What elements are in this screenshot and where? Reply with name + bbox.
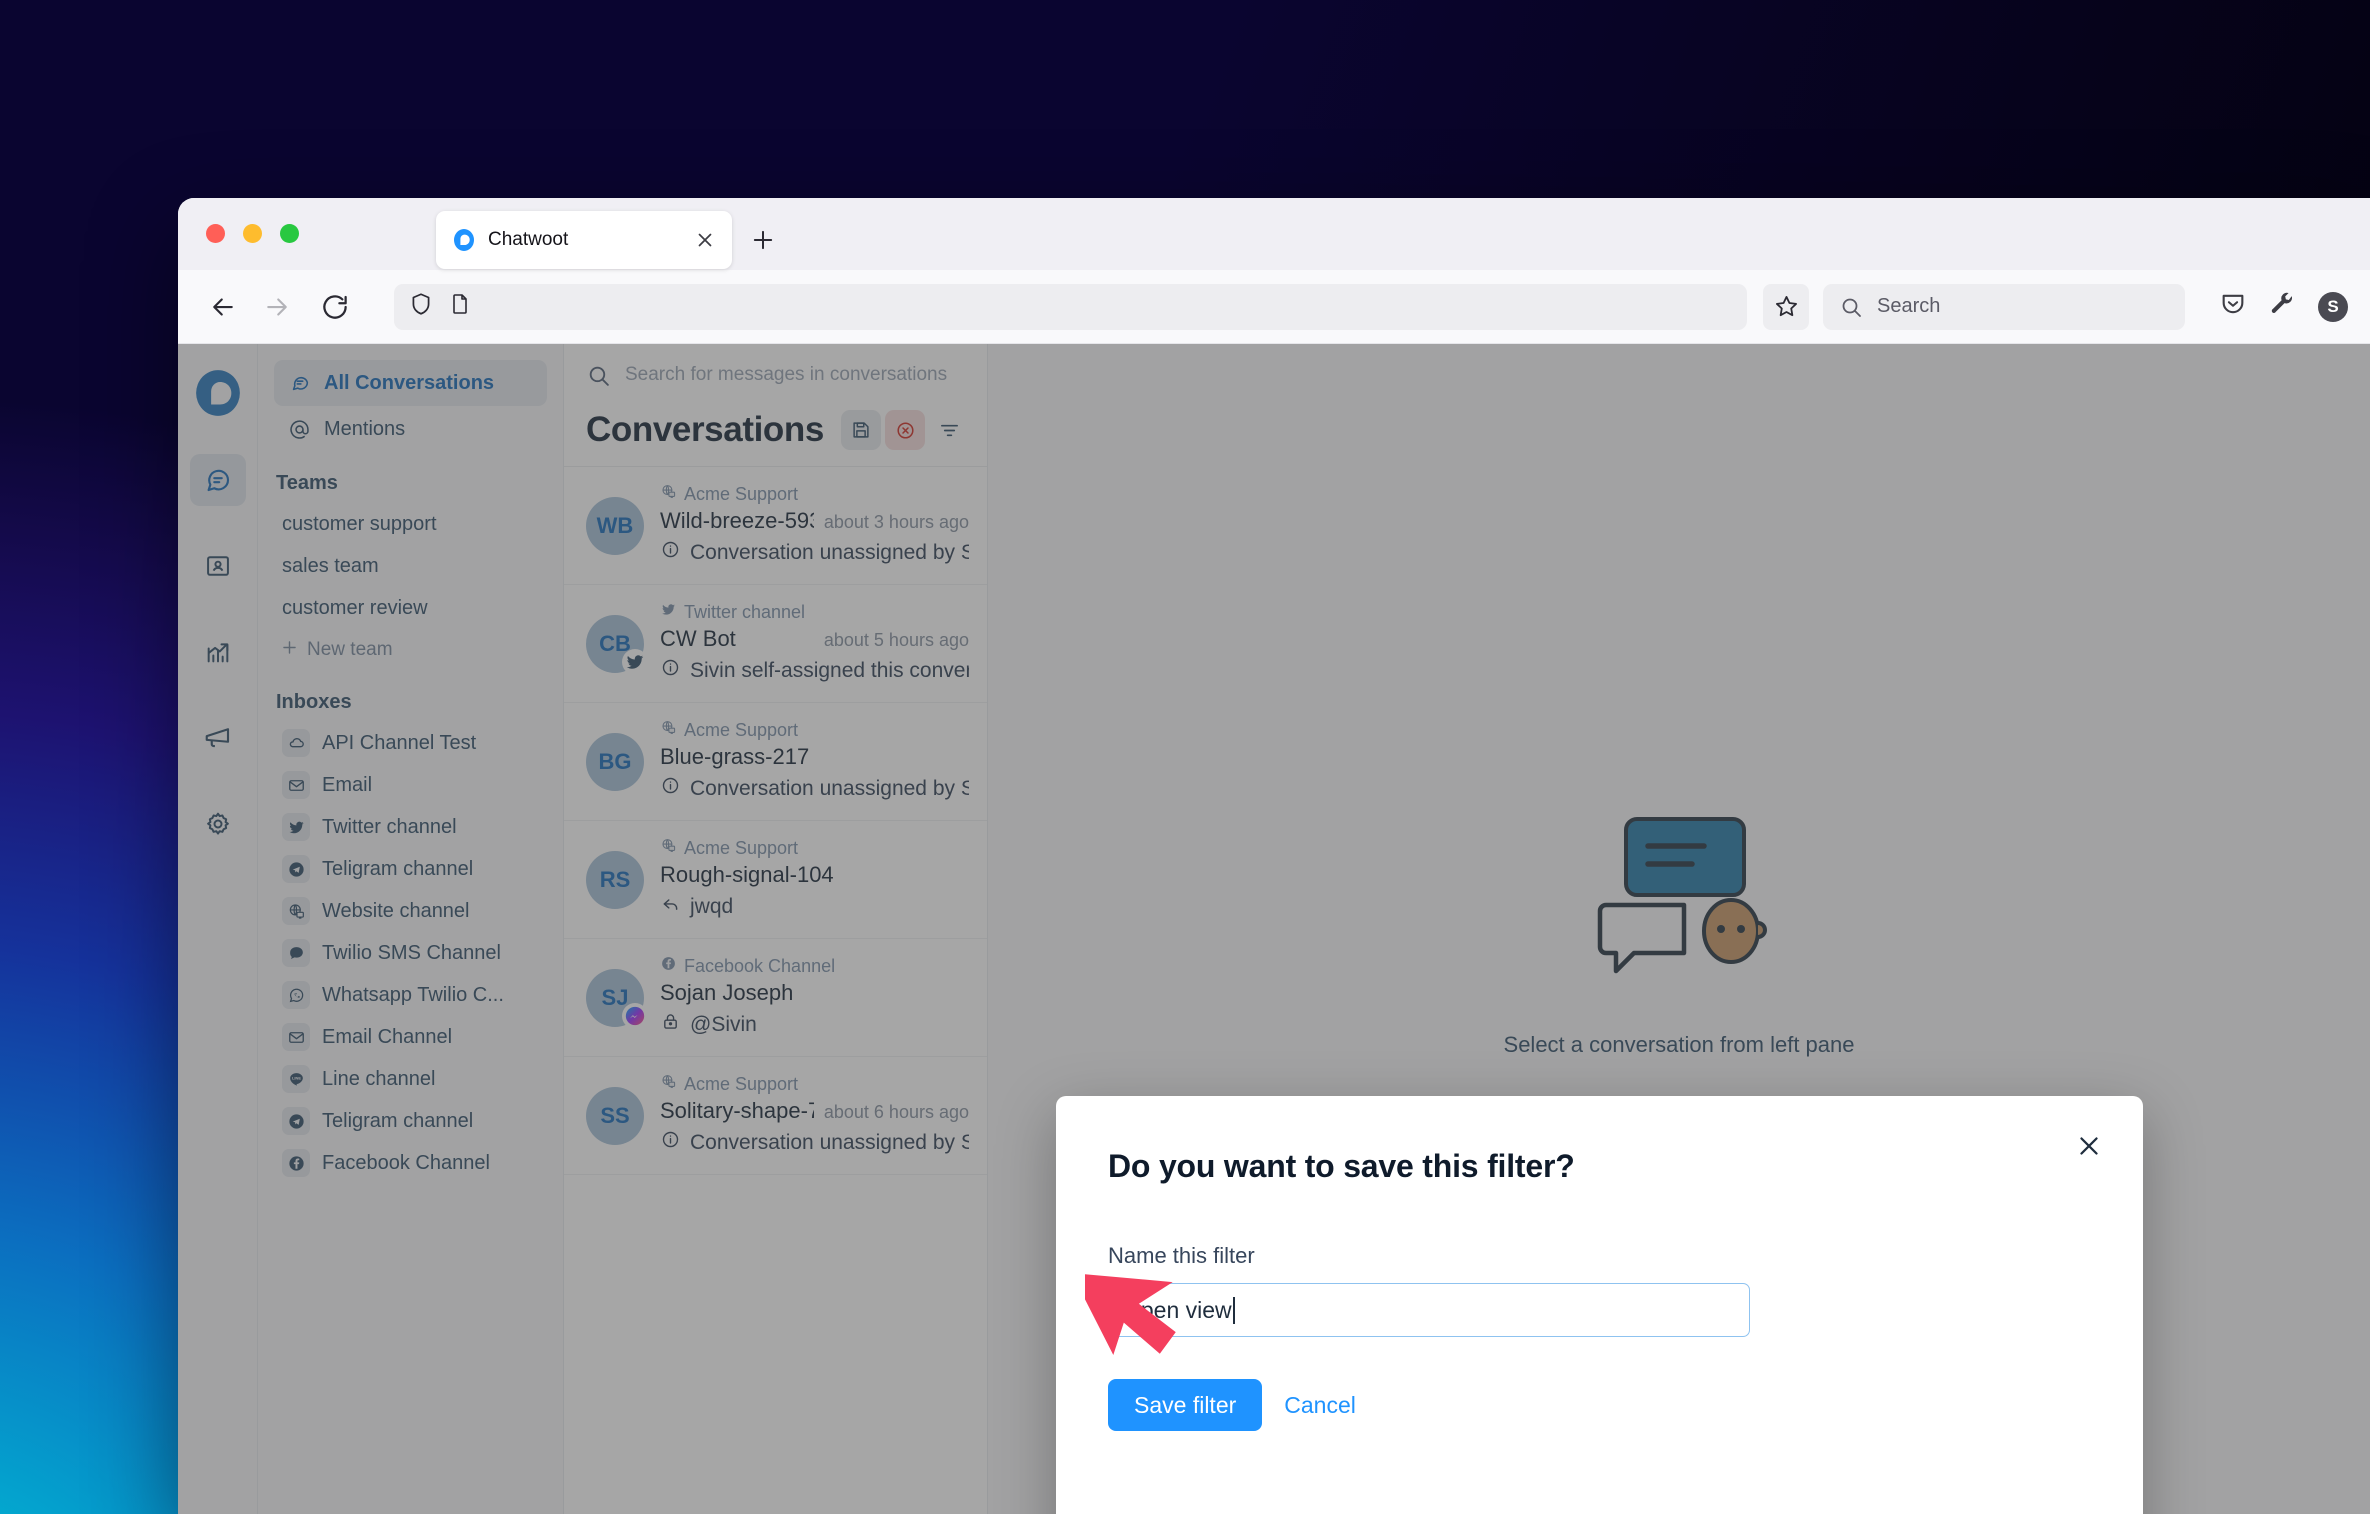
filter-name-label: Name this filter xyxy=(1108,1243,1255,1268)
pocket-icon[interactable] xyxy=(2219,290,2247,323)
text-caret xyxy=(1232,1296,1235,1324)
browser-tab-strip: Chatwoot xyxy=(178,198,2370,270)
bookmark-star-icon[interactable] xyxy=(1763,283,1809,330)
save-filter-button[interactable]: Save filter xyxy=(1108,1379,1263,1431)
cancel-button[interactable]: Cancel xyxy=(1284,1392,1356,1419)
new-tab-button[interactable] xyxy=(746,223,780,257)
browser-search-placeholder: Search xyxy=(1877,295,1941,317)
close-icon[interactable] xyxy=(2069,1126,2109,1166)
modal-title: Do you want to save this filter? xyxy=(1108,1148,1575,1184)
back-button[interactable] xyxy=(200,284,246,330)
account-avatar[interactable]: S xyxy=(2318,291,2348,322)
reload-button[interactable] xyxy=(312,284,358,330)
close-icon[interactable] xyxy=(692,227,718,253)
window-traffic-lights xyxy=(206,224,299,243)
page-icon xyxy=(448,292,472,321)
chatwoot-logo-icon xyxy=(452,228,476,252)
toolbar-extensions: S xyxy=(2219,290,2348,323)
browser-search-box[interactable]: Search xyxy=(1823,283,2185,330)
wrench-icon[interactable] xyxy=(2269,291,2296,323)
window-minimize-button[interactable] xyxy=(243,224,262,243)
modal-actions: Save filter Cancel xyxy=(1108,1379,2097,1431)
browser-tab[interactable]: Chatwoot xyxy=(436,211,732,269)
filter-name-input[interactable]: Open view xyxy=(1108,1283,1750,1337)
browser-window: Chatwoot Search S All Conversations Ment… xyxy=(178,198,2370,1514)
save-filter-modal: Do you want to save this filter? Name th… xyxy=(1056,1096,2143,1514)
window-close-button[interactable] xyxy=(206,224,225,243)
browser-toolbar: Search S xyxy=(178,270,2370,344)
window-maximize-button[interactable] xyxy=(280,224,299,243)
forward-button[interactable] xyxy=(254,284,300,330)
browser-tab-title: Chatwoot xyxy=(488,229,569,250)
address-bar[interactable] xyxy=(394,283,1747,330)
filter-name-value: Open view xyxy=(1123,1296,1232,1323)
shield-icon xyxy=(408,291,434,322)
